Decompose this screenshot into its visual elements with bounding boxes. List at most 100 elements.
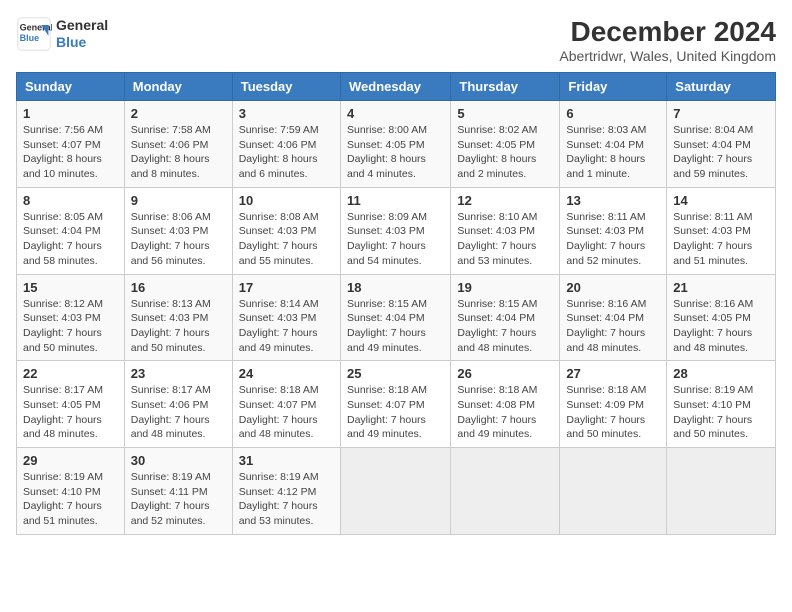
day-number: 26	[457, 366, 553, 381]
page-header: General Blue General Blue December 2024 …	[16, 16, 776, 64]
calendar-cell: 5Sunrise: 8:02 AMSunset: 4:05 PMDaylight…	[451, 101, 560, 188]
day-number: 5	[457, 106, 553, 121]
calendar-week-2: 8 Sunrise: 8:05 AMSunset: 4:04 PMDaylight…	[17, 187, 776, 274]
day-info: Sunrise: 8:16 AMSunset: 4:04 PMDaylight:…	[566, 297, 660, 356]
day-info: Sunrise: 8:13 AMSunset: 4:03 PMDaylight:…	[131, 297, 226, 356]
day-number: 18	[347, 280, 444, 295]
calendar-cell: 19Sunrise: 8:15 AMSunset: 4:04 PMDayligh…	[451, 274, 560, 361]
calendar-week-1: 1 Sunrise: 7:56 AMSunset: 4:07 PMDaylight…	[17, 101, 776, 188]
day-number: 23	[131, 366, 226, 381]
day-number: 13	[566, 193, 660, 208]
day-info: Sunrise: 8:11 AMSunset: 4:03 PMDaylight:…	[566, 210, 660, 269]
day-number: 4	[347, 106, 444, 121]
day-info: Sunrise: 8:17 AMSunset: 4:05 PMDaylight:…	[23, 383, 118, 442]
day-number: 25	[347, 366, 444, 381]
day-number: 29	[23, 453, 118, 468]
title-block: December 2024 Abertridwr, Wales, United …	[559, 16, 776, 64]
day-number: 30	[131, 453, 226, 468]
weekday-header-tuesday: Tuesday	[232, 73, 340, 101]
day-info: Sunrise: 7:56 AMSunset: 4:07 PMDaylight:…	[23, 123, 118, 182]
weekday-header-saturday: Saturday	[667, 73, 776, 101]
calendar-cell: 21Sunrise: 8:16 AMSunset: 4:05 PMDayligh…	[667, 274, 776, 361]
day-info: Sunrise: 8:17 AMSunset: 4:06 PMDaylight:…	[131, 383, 226, 442]
calendar-cell: 27 Sunrise: 8:18 AMSunset: 4:09 PMDayligh…	[560, 361, 667, 448]
calendar-cell: 1 Sunrise: 7:56 AMSunset: 4:07 PMDaylight…	[17, 101, 125, 188]
logo-text: General Blue	[56, 17, 108, 51]
day-info: Sunrise: 8:15 AMSunset: 4:04 PMDaylight:…	[347, 297, 444, 356]
day-number: 15	[23, 280, 118, 295]
day-info: Sunrise: 8:09 AMSunset: 4:03 PMDaylight:…	[347, 210, 444, 269]
day-number: 3	[239, 106, 334, 121]
day-number: 31	[239, 453, 334, 468]
day-info: Sunrise: 8:15 AMSunset: 4:04 PMDaylight:…	[457, 297, 553, 356]
day-info: Sunrise: 8:05 AMSunset: 4:04 PMDaylight:…	[23, 210, 118, 269]
calendar-cell: 26 Sunrise: 8:18 AMSunset: 4:08 PMDayligh…	[451, 361, 560, 448]
calendar-cell: 20Sunrise: 8:16 AMSunset: 4:04 PMDayligh…	[560, 274, 667, 361]
weekday-header-friday: Friday	[560, 73, 667, 101]
calendar-cell	[667, 448, 776, 535]
calendar-cell	[340, 448, 450, 535]
calendar-header: SundayMondayTuesdayWednesdayThursdayFrid…	[17, 73, 776, 101]
calendar-body: 1 Sunrise: 7:56 AMSunset: 4:07 PMDaylight…	[17, 101, 776, 535]
calendar-cell	[560, 448, 667, 535]
day-info: Sunrise: 8:04 AMSunset: 4:04 PMDaylight:…	[673, 123, 769, 182]
calendar-cell: 4Sunrise: 8:00 AMSunset: 4:05 PMDaylight…	[340, 101, 450, 188]
day-info: Sunrise: 8:11 AMSunset: 4:03 PMDaylight:…	[673, 210, 769, 269]
day-number: 2	[131, 106, 226, 121]
day-number: 7	[673, 106, 769, 121]
logo-icon: General Blue	[16, 16, 52, 52]
calendar-cell: 18 Sunrise: 8:15 AMSunset: 4:04 PMDayligh…	[340, 274, 450, 361]
day-info: Sunrise: 8:14 AMSunset: 4:03 PMDaylight:…	[239, 297, 334, 356]
calendar-cell: 23 Sunrise: 8:17 AMSunset: 4:06 PMDayligh…	[124, 361, 232, 448]
calendar-cell: 22 Sunrise: 8:17 AMSunset: 4:05 PMDayligh…	[17, 361, 125, 448]
calendar-cell: 28 Sunrise: 8:19 AMSunset: 4:10 PMDayligh…	[667, 361, 776, 448]
day-number: 16	[131, 280, 226, 295]
day-info: Sunrise: 8:19 AMSunset: 4:10 PMDaylight:…	[23, 470, 118, 529]
calendar-cell: 2Sunrise: 7:58 AMSunset: 4:06 PMDaylight…	[124, 101, 232, 188]
day-number: 17	[239, 280, 334, 295]
day-info: Sunrise: 7:59 AMSunset: 4:06 PMDaylight:…	[239, 123, 334, 182]
calendar-cell: 16 Sunrise: 8:13 AMSunset: 4:03 PMDayligh…	[124, 274, 232, 361]
day-info: Sunrise: 8:18 AMSunset: 4:07 PMDaylight:…	[347, 383, 444, 442]
day-number: 8	[23, 193, 118, 208]
calendar-cell: 24Sunrise: 8:18 AMSunset: 4:07 PMDayligh…	[232, 361, 340, 448]
day-info: Sunrise: 8:19 AMSunset: 4:12 PMDaylight:…	[239, 470, 334, 529]
calendar-cell: 30 Sunrise: 8:19 AMSunset: 4:11 PMDayligh…	[124, 448, 232, 535]
day-info: Sunrise: 8:18 AMSunset: 4:08 PMDaylight:…	[457, 383, 553, 442]
day-number: 27	[566, 366, 660, 381]
calendar-week-3: 15 Sunrise: 8:12 AMSunset: 4:03 PMDayligh…	[17, 274, 776, 361]
calendar-week-5: 29 Sunrise: 8:19 AMSunset: 4:10 PMDayligh…	[17, 448, 776, 535]
day-number: 10	[239, 193, 334, 208]
day-number: 6	[566, 106, 660, 121]
calendar-cell: 11 Sunrise: 8:09 AMSunset: 4:03 PMDayligh…	[340, 187, 450, 274]
day-number: 28	[673, 366, 769, 381]
calendar-week-4: 22 Sunrise: 8:17 AMSunset: 4:05 PMDayligh…	[17, 361, 776, 448]
calendar-cell: 10Sunrise: 8:08 AMSunset: 4:03 PMDayligh…	[232, 187, 340, 274]
day-number: 12	[457, 193, 553, 208]
day-info: Sunrise: 8:18 AMSunset: 4:09 PMDaylight:…	[566, 383, 660, 442]
weekday-header-monday: Monday	[124, 73, 232, 101]
day-info: Sunrise: 8:19 AMSunset: 4:11 PMDaylight:…	[131, 470, 226, 529]
day-number: 22	[23, 366, 118, 381]
weekday-header-thursday: Thursday	[451, 73, 560, 101]
day-number: 1	[23, 106, 118, 121]
calendar-cell: 31 Sunrise: 8:19 AMSunset: 4:12 PMDayligh…	[232, 448, 340, 535]
weekday-header-wednesday: Wednesday	[340, 73, 450, 101]
calendar-cell: 7 Sunrise: 8:04 AMSunset: 4:04 PMDaylight…	[667, 101, 776, 188]
calendar-cell: 15 Sunrise: 8:12 AMSunset: 4:03 PMDayligh…	[17, 274, 125, 361]
page-subtitle: Abertridwr, Wales, United Kingdom	[559, 48, 776, 64]
calendar-cell	[451, 448, 560, 535]
calendar-cell: 12Sunrise: 8:10 AMSunset: 4:03 PMDayligh…	[451, 187, 560, 274]
day-info: Sunrise: 8:16 AMSunset: 4:05 PMDaylight:…	[673, 297, 769, 356]
page-title: December 2024	[559, 16, 776, 48]
calendar-cell: 17 Sunrise: 8:14 AMSunset: 4:03 PMDayligh…	[232, 274, 340, 361]
day-number: 11	[347, 193, 444, 208]
svg-text:Blue: Blue	[20, 33, 40, 43]
logo: General Blue General Blue	[16, 16, 108, 52]
calendar-cell: 9Sunrise: 8:06 AMSunset: 4:03 PMDaylight…	[124, 187, 232, 274]
calendar-cell: 13 Sunrise: 8:11 AMSunset: 4:03 PMDayligh…	[560, 187, 667, 274]
calendar-cell: 3 Sunrise: 7:59 AMSunset: 4:06 PMDaylight…	[232, 101, 340, 188]
day-info: Sunrise: 8:19 AMSunset: 4:10 PMDaylight:…	[673, 383, 769, 442]
day-number: 9	[131, 193, 226, 208]
day-info: Sunrise: 8:12 AMSunset: 4:03 PMDaylight:…	[23, 297, 118, 356]
